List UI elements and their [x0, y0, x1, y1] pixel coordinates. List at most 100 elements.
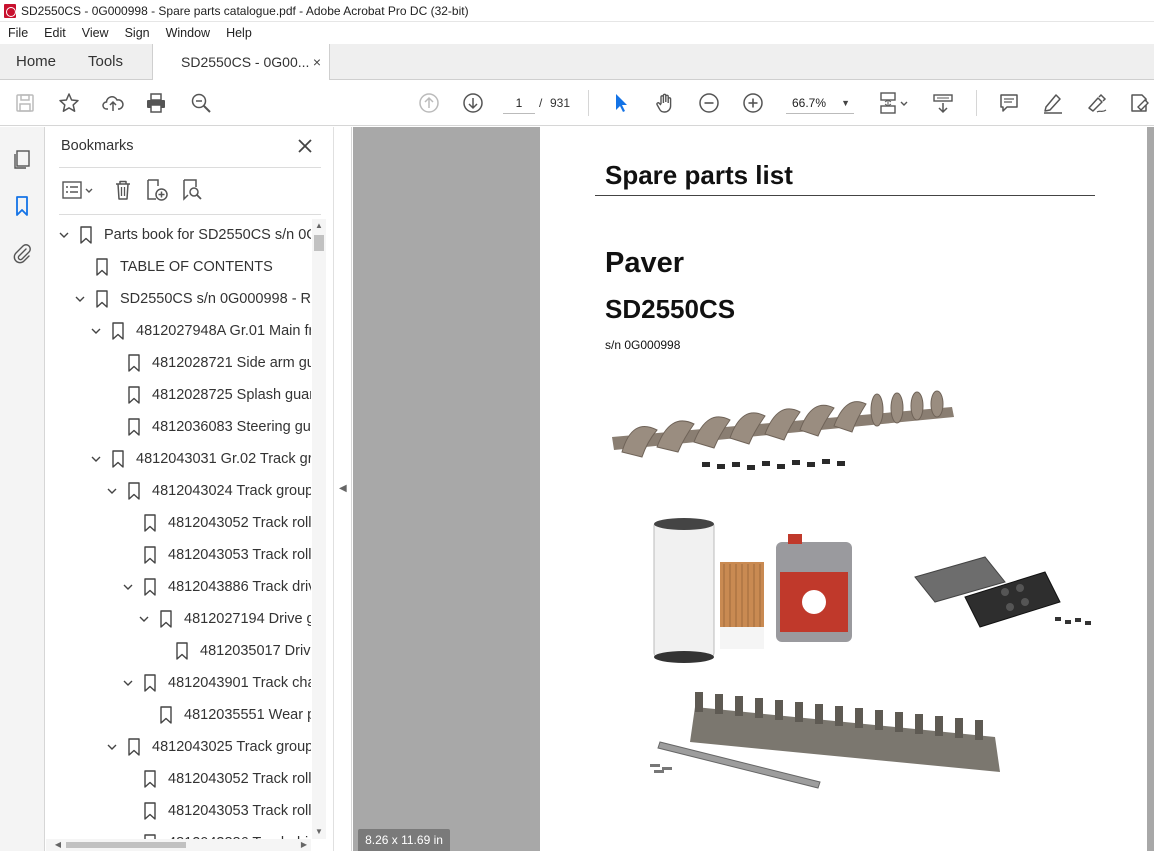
page-thumbnails-icon[interactable]	[10, 147, 34, 171]
bookmark-item[interactable]: 4812036083 Steering gu	[104, 411, 311, 443]
close-icon[interactable]	[296, 137, 314, 155]
bookmark-horizontal-scrollbar[interactable]: ◀ ▶	[46, 839, 311, 851]
bookmarks-panel-title: Bookmarks	[61, 138, 134, 154]
chevron-down-icon[interactable]	[104, 483, 120, 499]
bookmarks-panel: Bookmarks Parts book for SD2550CS s/n 0G…	[46, 127, 333, 851]
hand-tool-icon[interactable]	[652, 90, 678, 116]
comment-icon[interactable]	[996, 90, 1022, 116]
menu-view[interactable]: View	[74, 26, 117, 40]
pdf-page: Spare parts list Paver SD2550CS s/n 0G00…	[540, 127, 1148, 851]
edit-document-icon[interactable]	[1126, 90, 1152, 116]
zoom-in-icon[interactable]	[740, 90, 766, 116]
panel-collapse-handle[interactable]: ◀	[333, 127, 352, 851]
bookmark-item[interactable]: 4812043901 Track cha	[120, 667, 311, 699]
bookmark-tree: Parts book for SD2550CS s/n 0G TABLE OF C…	[46, 219, 311, 839]
previous-page-icon[interactable]	[416, 90, 442, 116]
next-page-icon[interactable]	[460, 90, 486, 116]
find-bookmark-icon[interactable]	[179, 177, 205, 203]
options-menu-icon[interactable]	[60, 177, 98, 203]
zoom-out-icon[interactable]	[696, 90, 722, 116]
delete-bookmark-icon[interactable]	[110, 177, 136, 203]
scroll-down-icon[interactable]: ▼	[312, 825, 326, 839]
bookmark-item[interactable]: 4812035017 Drive	[152, 635, 311, 667]
bookmark-item[interactable]: 4812043886 Track driv	[120, 571, 311, 603]
document-viewport[interactable]: Spare parts list Paver SD2550CS s/n 0G00…	[353, 127, 1154, 851]
scroll-left-icon[interactable]: ◀	[52, 839, 64, 851]
zoom-level-select[interactable]: 66.7% ▼	[786, 92, 854, 114]
bookmark-label: 4812035551 Wear p	[184, 707, 311, 723]
bookmark-item[interactable]: 4812028721 Side arm gu	[104, 347, 311, 379]
page-size-badge: 8.26 x 11.69 in	[358, 829, 450, 851]
zoom-level-value: 66.7%	[792, 96, 827, 110]
bookmark-icon	[142, 802, 158, 820]
chevron-down-icon[interactable]	[136, 611, 152, 627]
upload-cloud-icon[interactable]	[100, 90, 126, 116]
highlight-pen-icon[interactable]	[1040, 90, 1066, 116]
page-fit-icon[interactable]	[876, 90, 912, 116]
close-tab-icon[interactable]: ×	[313, 44, 321, 80]
bookmark-item[interactable]: TABLE OF CONTENTS	[72, 251, 273, 283]
attachment-icon[interactable]	[10, 241, 34, 265]
bookmark-label: TABLE OF CONTENTS	[120, 259, 273, 275]
bookmark-vertical-scrollbar[interactable]: ▲ ▼	[312, 219, 326, 839]
bookmark-item[interactable]: 4812043053 Track roll	[120, 795, 311, 827]
zoom-search-icon[interactable]	[188, 90, 214, 116]
page-number-input[interactable]: 1	[503, 92, 535, 114]
bookmark-item[interactable]: 4812043024 Track group	[104, 475, 311, 507]
chevron-down-icon[interactable]	[120, 675, 136, 691]
star-icon[interactable]	[56, 90, 82, 116]
scroll-right-icon[interactable]: ▶	[298, 839, 310, 851]
tab-document[interactable]: SD2550CS - 0G00... ×	[152, 44, 330, 81]
bookmark-item[interactable]: 4812043052 Track roll	[120, 507, 311, 539]
scrollbar-thumb[interactable]	[314, 235, 324, 251]
scroll-mode-icon[interactable]	[930, 90, 956, 116]
bookmark-item[interactable]: 4812043031 Gr.02 Track gro	[88, 443, 311, 475]
bookmark-item[interactable]: Parts book for SD2550CS s/n 0G	[56, 219, 311, 251]
select-cursor-icon[interactable]	[608, 90, 634, 116]
chevron-down-icon[interactable]	[120, 579, 136, 595]
print-icon[interactable]	[143, 90, 169, 116]
tab-home[interactable]: Home	[16, 44, 56, 80]
chevron-down-icon[interactable]	[72, 291, 88, 307]
menu-edit[interactable]: Edit	[36, 26, 74, 40]
document-scrollbar[interactable]	[1147, 127, 1154, 851]
save-icon[interactable]	[12, 90, 38, 116]
menu-help[interactable]: Help	[218, 26, 260, 40]
chevron-down-icon[interactable]	[88, 451, 104, 467]
bookmark-label: 4812043053 Track roll	[168, 547, 311, 563]
chevron-down-icon[interactable]	[104, 739, 120, 755]
menu-file[interactable]: File	[0, 26, 36, 40]
bookmark-item[interactable]: 4812028725 Splash guar	[104, 379, 311, 411]
toolbar-divider	[976, 90, 977, 116]
chevron-down-icon[interactable]	[88, 323, 104, 339]
bookmark-item[interactable]: 4812043886 Track driv	[120, 827, 311, 839]
bookmark-item[interactable]: 4812043053 Track roll	[120, 539, 311, 571]
bookmark-item[interactable]: SD2550CS s/n 0G000998 - R3	[72, 283, 311, 315]
scrollbar-thumb[interactable]	[66, 842, 186, 848]
bookmark-item[interactable]: 4812027948A Gr.01 Main fr	[88, 315, 311, 347]
tab-tools[interactable]: Tools	[88, 44, 123, 80]
bookmark-icon	[142, 578, 158, 596]
bookmark-item[interactable]: 4812043025 Track group	[104, 731, 311, 763]
bookmark-icon	[94, 290, 110, 308]
new-bookmark-icon[interactable]	[144, 177, 170, 203]
bookmark-label: 4812027194 Drive g	[184, 611, 311, 627]
chevron-down-icon[interactable]	[56, 227, 72, 243]
scroll-up-icon[interactable]: ▲	[312, 219, 326, 233]
menu-bar: File Edit View Sign Window Help	[0, 22, 1154, 44]
bookmark-icon	[158, 610, 174, 628]
bookmark-icon[interactable]	[10, 194, 34, 218]
bookmark-item[interactable]: 4812027194 Drive g	[136, 603, 311, 635]
product-title: Paver	[605, 247, 685, 279]
bookmark-icon	[142, 514, 158, 532]
bookmark-item[interactable]: 4812035551 Wear p	[136, 699, 311, 731]
page-separator: /	[539, 96, 543, 110]
bookmark-item[interactable]: 4812043052 Track roll	[120, 763, 311, 795]
menu-sign[interactable]: Sign	[117, 26, 158, 40]
page-total: 931	[550, 96, 571, 110]
sign-pen-icon[interactable]	[1084, 90, 1110, 116]
menu-window[interactable]: Window	[158, 26, 218, 40]
